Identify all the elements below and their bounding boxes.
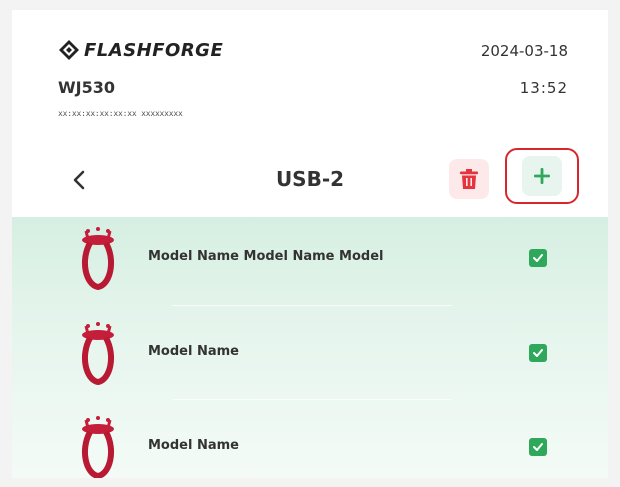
list-item[interactable]: Model Name — [12, 312, 608, 392]
row-divider — [172, 305, 452, 306]
model-name: Model Name — [148, 344, 239, 359]
time-display: 13:52 — [519, 79, 568, 97]
trash-icon — [460, 169, 478, 189]
list-item[interactable]: Model Name Model Name Model — [12, 217, 608, 297]
model-thumbnail-icon — [81, 416, 115, 478]
brand-name: FLASHFORGE — [84, 39, 224, 61]
checkmark-icon — [533, 349, 543, 357]
checkmark-icon — [533, 254, 543, 262]
row-divider — [172, 399, 452, 400]
device-name: WJ530 — [58, 78, 115, 97]
flashforge-logo-icon — [59, 40, 79, 60]
add-button-background — [522, 156, 562, 196]
toolbar: USB-2 — [12, 148, 608, 209]
model-thumbnail-icon — [81, 227, 115, 291]
brand-logo: FLASHFORGE — [58, 38, 223, 62]
checkbox-checked[interactable] — [529, 249, 547, 267]
model-name: Model Name Model Name Model — [148, 249, 384, 264]
checkbox-checked[interactable] — [529, 438, 547, 456]
file-list: Model Name Model Name Model Model Name M… — [12, 217, 608, 478]
add-button[interactable] — [505, 148, 579, 204]
delete-button[interactable] — [449, 159, 489, 199]
checkmark-icon — [533, 443, 543, 451]
model-name: Model Name — [148, 438, 239, 453]
list-item[interactable]: Model Name — [12, 406, 608, 478]
checkbox-checked[interactable] — [529, 344, 547, 362]
model-thumbnail-icon — [81, 322, 115, 386]
device-id: xx:xx:xx:xx:xx:xx xxxxxxxxx — [58, 109, 183, 118]
printer-screen: FLASHFORGE WJ530 xx:xx:xx:xx:xx:xx xxxxx… — [12, 10, 608, 478]
date-display: 2024-03-18 — [480, 42, 568, 60]
plus-icon — [534, 168, 550, 184]
